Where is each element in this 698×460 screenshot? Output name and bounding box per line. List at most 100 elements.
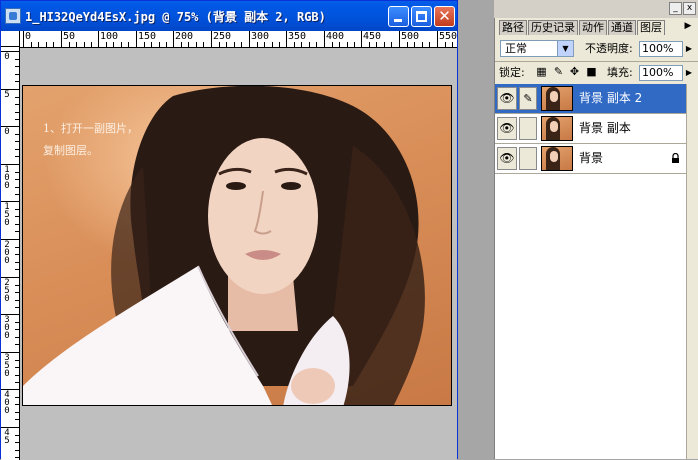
- ruler-minor-tick: [241, 42, 242, 47]
- ruler-minor-tick: [234, 42, 235, 47]
- document-window[interactable]: 1_HI32QeYd4EsX.jpg @ 75% (背景 副本 2, RGB) …: [0, 0, 458, 460]
- ruler-label: 300: [251, 31, 270, 42]
- lock-fill-row: 锁定: ▦ ✎ ✥ ■ 填充: 100% ▶: [495, 62, 698, 84]
- ruler-tick: [211, 31, 212, 47]
- ruler-label: 350: [288, 31, 307, 42]
- lock-all-icon[interactable]: ■: [585, 65, 598, 78]
- ruler-minor-tick: [166, 42, 167, 47]
- tab-palette-3[interactable]: 通道: [608, 20, 636, 35]
- palette-menu-icon[interactable]: ▶: [682, 20, 694, 32]
- ruler-origin[interactable]: [1, 31, 20, 47]
- layers-list: 👁 ✎ 背景 副本 2 👁 背景 副本 👁 背景: [495, 84, 686, 459]
- ruler-minor-tick: [264, 42, 265, 47]
- photoshop-document-icon[interactable]: [5, 8, 21, 24]
- lock-move-icon[interactable]: ✥: [568, 65, 581, 78]
- ruler-tick: [324, 31, 325, 47]
- ruler-minor-tick: [219, 42, 220, 47]
- layer-name[interactable]: 背景 副本: [579, 114, 631, 143]
- layer-thumbnail[interactable]: [541, 146, 573, 171]
- ruler-minor-tick: [203, 42, 204, 47]
- brush-icon[interactable]: ✎: [519, 87, 537, 110]
- ruler-minor-tick: [384, 42, 385, 47]
- fill-input[interactable]: 100%: [639, 65, 683, 81]
- minimize-button[interactable]: [388, 6, 409, 27]
- maximize-button[interactable]: [411, 6, 432, 27]
- ruler-minor-tick: [128, 42, 129, 47]
- ruler-minor-tick: [46, 42, 47, 47]
- ruler-label: 550: [439, 31, 457, 42]
- ruler-minor-tick: [369, 42, 370, 47]
- layer-name[interactable]: 背景: [579, 144, 603, 173]
- document-image[interactable]: 1、打开一副图片， 复制图层。: [22, 85, 452, 406]
- ruler-minor-tick: [84, 42, 85, 47]
- ruler-minor-tick: [316, 42, 317, 47]
- ruler-minor-tick: [151, 42, 152, 47]
- layer-thumbnail[interactable]: [541, 86, 573, 111]
- ruler-label: 500: [401, 31, 420, 42]
- document-title: 1_HI32QeYd4EsX.jpg @ 75% (背景 副本 2, RGB): [25, 10, 326, 24]
- document-titlebar[interactable]: 1_HI32QeYd4EsX.jpg @ 75% (背景 副本 2, RGB) …: [1, 1, 457, 31]
- ruler-minor-tick: [354, 42, 355, 47]
- ruler-label: 2 0 0: [4, 240, 10, 266]
- ruler-minor-tick: [144, 42, 145, 47]
- ruler-minor-tick: [69, 42, 70, 47]
- lock-icon: [672, 153, 679, 163]
- layer-link-box[interactable]: [519, 117, 537, 140]
- ruler-minor-tick: [257, 42, 258, 47]
- ruler-label: 1 0 0: [4, 165, 10, 191]
- photo-caption-line1: 1、打开一副图片，: [43, 122, 138, 135]
- layer-row[interactable]: 👁 背景: [495, 144, 686, 174]
- ruler-minor-tick: [196, 42, 197, 47]
- opacity-slider-arrow-icon[interactable]: ▶: [684, 41, 694, 57]
- palette-close-button[interactable]: x: [683, 2, 696, 15]
- ruler-label: 2 5 0: [4, 278, 10, 304]
- ruler-label: 1 5 0: [4, 202, 10, 228]
- canvas-area[interactable]: 1、打开一副图片， 复制图层。: [20, 48, 457, 448]
- layer-row[interactable]: 👁 ✎ 背景 副本 2: [495, 84, 686, 114]
- layer-thumbnail[interactable]: [541, 116, 573, 141]
- lock-label: 锁定:: [499, 66, 525, 79]
- ruler-label: 0: [4, 127, 10, 137]
- ruler-tick: [173, 31, 174, 47]
- tab-palette-2[interactable]: 动作: [579, 20, 607, 35]
- ruler-label: 250: [213, 31, 232, 42]
- ruler-minor-tick: [113, 42, 114, 47]
- ruler-minor-tick: [376, 42, 377, 47]
- ruler-minor-tick: [414, 42, 415, 47]
- palette-minimize-button[interactable]: _: [669, 2, 682, 15]
- minimize-icon: [394, 19, 402, 22]
- ruler-label: 0: [4, 52, 10, 62]
- opacity-input[interactable]: 100%: [639, 41, 683, 57]
- tab-palette-0[interactable]: 路径: [499, 20, 527, 35]
- ruler-minor-tick: [422, 42, 423, 47]
- layer-name[interactable]: 背景 副本 2: [579, 84, 642, 113]
- ruler-minor-tick: [53, 42, 54, 47]
- ruler-minor-tick: [188, 42, 189, 47]
- layer-link-box[interactable]: [519, 147, 537, 170]
- lock-brush-icon[interactable]: ✎: [552, 65, 565, 78]
- ruler-label: 5: [4, 90, 10, 100]
- ruler-minor-tick: [159, 42, 160, 47]
- lock-transparent-icon[interactable]: ▦: [535, 65, 548, 78]
- ruler-label: 3 0 0: [4, 315, 10, 341]
- horizontal-ruler[interactable]: 0 50 100 150 200 250 300 350 400 450 500 550: [20, 31, 457, 48]
- fill-slider-arrow-icon[interactable]: ▶: [684, 65, 694, 81]
- eye-icon[interactable]: 👁: [497, 117, 517, 140]
- ruler-tick: [98, 31, 99, 47]
- blend-mode-select[interactable]: 正常 ▼: [500, 40, 574, 57]
- eye-icon[interactable]: 👁: [497, 87, 517, 110]
- ruler-minor-tick: [294, 42, 295, 47]
- vertical-ruler[interactable]: 0 5 0 1 0 0 1 5 0 2 0 0 2 5 0 3 0 0 3 5 0 4 0 0 4 …: [1, 47, 20, 460]
- tab-layers[interactable]: 图层: [637, 20, 665, 35]
- ruler-label: 50: [63, 31, 76, 42]
- layers-scrollbar[interactable]: [686, 84, 698, 459]
- ruler-minor-tick: [38, 42, 39, 47]
- ruler-tick: [136, 31, 137, 47]
- close-button[interactable]: ✕: [434, 6, 455, 27]
- layer-row[interactable]: 👁 背景 副本: [495, 114, 686, 144]
- photo-caption-line2: 复制图层。: [43, 144, 98, 157]
- tab-palette-1[interactable]: 历史记录: [528, 20, 578, 35]
- eye-icon[interactable]: 👁: [497, 147, 517, 170]
- ruler-minor-tick: [279, 42, 280, 47]
- chevron-down-icon[interactable]: ▼: [557, 41, 573, 56]
